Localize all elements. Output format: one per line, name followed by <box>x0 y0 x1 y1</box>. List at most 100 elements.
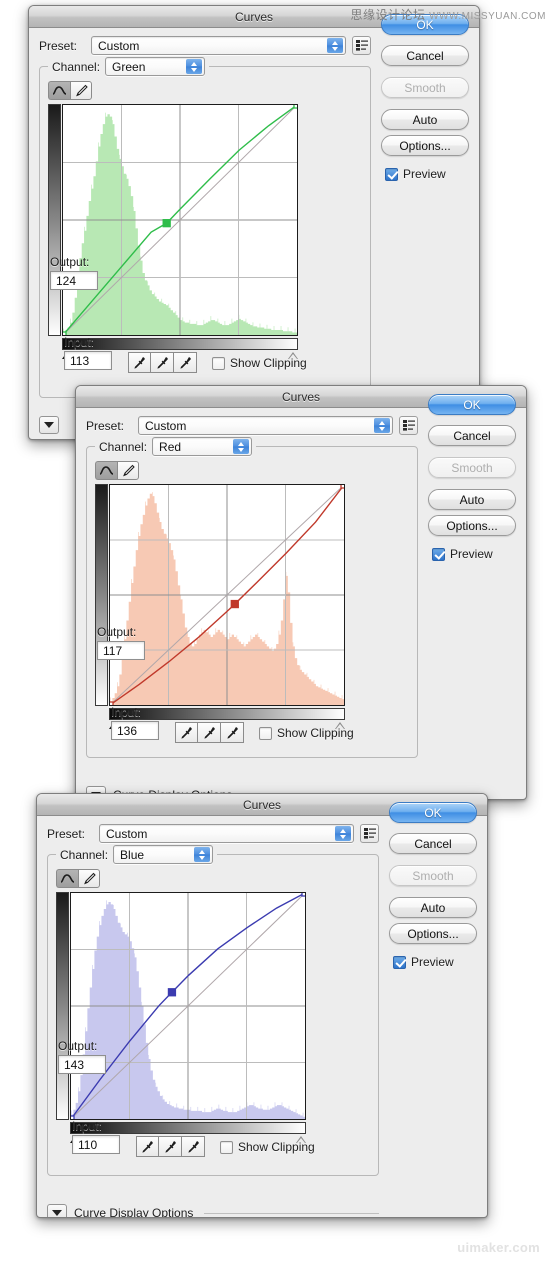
channel-value: Green <box>112 59 146 74</box>
show-clipping-label: Show Clipping <box>230 356 307 370</box>
curve-tools <box>95 461 139 480</box>
curve-plot[interactable] <box>62 104 298 336</box>
preset-select[interactable]: Custom <box>99 824 354 843</box>
curve-tools <box>48 81 92 100</box>
options-button[interactable]: Options... <box>381 135 469 156</box>
checkbox-box <box>212 356 225 370</box>
pencil-tool-button[interactable] <box>70 81 92 100</box>
show-clipping-checkbox[interactable]: Show Clipping <box>259 726 354 740</box>
cancel-button[interactable]: Cancel <box>428 425 516 446</box>
output-gradient-bar <box>56 892 69 1120</box>
eyedropper-icon <box>181 727 192 739</box>
input-field[interactable]: 113 <box>64 351 112 370</box>
input-group: Input: 113 <box>64 335 112 370</box>
curves-dialog-red: Curves Preset: Custom Channel: Red Outpu… <box>75 385 527 800</box>
preset-select[interactable]: Custom <box>91 36 346 55</box>
curve-tools <box>56 869 100 888</box>
list-menu-icon <box>363 828 376 839</box>
curve-plot[interactable] <box>70 892 306 1120</box>
white-eyedropper-button[interactable] <box>182 1136 205 1157</box>
input-group: Input: 136 <box>111 705 159 740</box>
chevron-updown-icon <box>194 847 211 862</box>
preview-label: Preview <box>403 167 446 181</box>
white-eyedropper-button[interactable] <box>174 352 197 373</box>
curve-graph[interactable] <box>56 892 370 1150</box>
cancel-button[interactable]: Cancel <box>389 833 477 854</box>
gray-eyedropper-button[interactable] <box>198 722 221 743</box>
curve-tool-button[interactable] <box>95 461 117 480</box>
ok-button[interactable]: OK <box>381 14 469 35</box>
checkbox-box <box>432 547 445 561</box>
curve-display-options-row[interactable]: Curve Display Options <box>47 1204 379 1217</box>
ok-button[interactable]: OK <box>389 802 477 823</box>
pencil-tool-icon <box>75 84 88 97</box>
channel-select[interactable]: Green <box>105 57 206 76</box>
window-title: Curves <box>242 797 281 812</box>
gray-eyedropper-button[interactable] <box>151 352 174 373</box>
output-field[interactable]: 124 <box>50 271 98 290</box>
black-eyedropper-button[interactable] <box>136 1136 159 1157</box>
curve-tool-button[interactable] <box>48 81 70 100</box>
input-value: 113 <box>70 353 90 368</box>
preset-menu-button[interactable] <box>352 36 371 55</box>
options-button[interactable]: Options... <box>428 515 516 536</box>
curve-graph[interactable] <box>95 484 409 734</box>
output-group: Output: 124 <box>50 255 98 290</box>
list-menu-icon <box>402 420 415 431</box>
preset-menu-button[interactable] <box>399 416 418 435</box>
curve-tool-icon <box>60 874 75 883</box>
pencil-tool-button[interactable] <box>117 461 139 480</box>
chevron-updown-icon <box>327 38 343 53</box>
preview-checkbox[interactable]: Preview <box>381 167 469 181</box>
chevron-updown-icon <box>233 439 250 454</box>
preset-select[interactable]: Custom <box>138 416 393 435</box>
preview-checkbox[interactable]: Preview <box>428 547 516 561</box>
preset-label: Preset: <box>39 38 78 53</box>
gray-eyedropper-button[interactable] <box>159 1136 182 1157</box>
cancel-button[interactable]: Cancel <box>381 45 469 66</box>
options-button[interactable]: Options... <box>389 923 477 944</box>
preset-row: Preset: Custom <box>39 36 371 55</box>
preset-menu-button[interactable] <box>360 824 379 843</box>
eyedropper-icon <box>142 1141 153 1153</box>
show-clipping-checkbox[interactable]: Show Clipping <box>212 356 307 370</box>
output-field[interactable]: 117 <box>97 641 145 660</box>
curve-display-options-toggle[interactable] <box>39 416 59 434</box>
output-gradient-bar <box>48 104 61 336</box>
auto-button[interactable]: Auto <box>428 489 516 510</box>
curve-plot[interactable] <box>109 484 345 706</box>
preview-checkbox[interactable]: Preview <box>389 955 477 969</box>
output-group: Output: 117 <box>97 625 145 660</box>
input-field[interactable]: 136 <box>111 721 159 740</box>
curve-graph[interactable] <box>48 104 362 366</box>
curve-tool-icon <box>52 86 67 95</box>
channel-value: Blue <box>120 847 145 862</box>
screenshot-root: 思缘设计论坛 WWW.MISSYUAN.COM Curves Preset: C… <box>0 0 550 1269</box>
ok-button[interactable]: OK <box>428 394 516 415</box>
curve-display-options-toggle[interactable] <box>47 1204 67 1217</box>
curves-dialog-green: Curves Preset: Custom Channel: Green Out… <box>28 5 480 440</box>
output-field[interactable]: 143 <box>58 1055 106 1074</box>
channel-select[interactable]: Red <box>152 437 253 456</box>
black-eyedropper-button[interactable] <box>128 352 151 373</box>
auto-button[interactable]: Auto <box>389 897 477 918</box>
curve-tool-button[interactable] <box>56 869 78 888</box>
eyedropper-icon <box>187 1141 199 1153</box>
preset-row: Preset: Custom <box>86 416 418 435</box>
white-eyedropper-button[interactable] <box>221 722 244 743</box>
output-value: 124 <box>56 273 77 288</box>
auto-button[interactable]: Auto <box>381 109 469 130</box>
input-label: Input: <box>72 1119 103 1133</box>
show-clipping-checkbox[interactable]: Show Clipping <box>220 1140 315 1154</box>
eyedropper-group <box>136 1136 205 1157</box>
checkbox-box <box>385 167 398 181</box>
checkbox-box <box>259 726 272 740</box>
show-clipping-label: Show Clipping <box>277 726 354 740</box>
pencil-tool-button[interactable] <box>78 869 100 888</box>
output-label: Output: <box>50 255 90 269</box>
black-eyedropper-button[interactable] <box>175 722 198 743</box>
input-field[interactable]: 110 <box>72 1135 120 1154</box>
checkbox-box <box>220 1140 233 1154</box>
channel-select[interactable]: Blue <box>113 845 214 864</box>
curve-plot-svg <box>71 893 305 1119</box>
